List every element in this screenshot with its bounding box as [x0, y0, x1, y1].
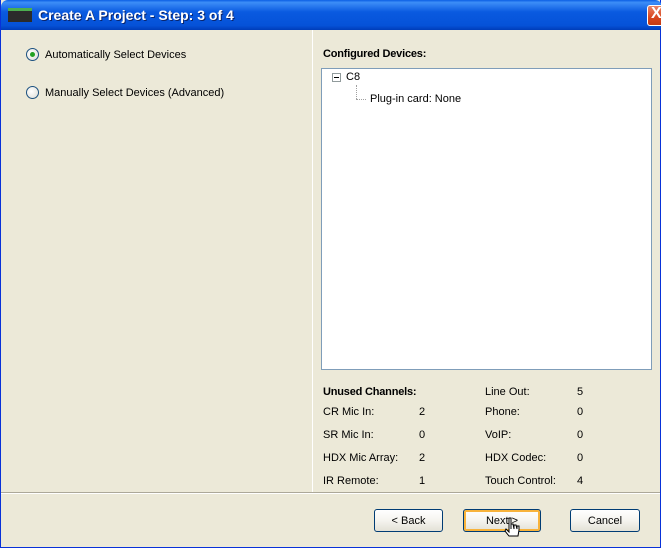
channel-value: 0 — [577, 406, 584, 418]
channel-label: Phone: — [485, 406, 520, 418]
channel-value: 1 — [419, 475, 426, 487]
channel-label: Line Out: — [485, 386, 530, 398]
collapse-icon[interactable] — [332, 72, 341, 82]
channel-label: CR Mic In: — [323, 406, 375, 418]
manual-select-label: Manually Select Devices (Advanced) — [45, 86, 225, 99]
channel-label: Touch Control: — [485, 475, 556, 487]
channel-label: HDX Mic Array: — [323, 452, 399, 464]
unused-channels-title: Unused Channels: — [323, 386, 417, 398]
channel-label: IR Remote: — [323, 475, 379, 487]
channel-value: 0 — [577, 429, 584, 441]
auto-select-label: Automatically Select Devices — [45, 48, 187, 61]
channel-value: 2 — [419, 452, 426, 464]
close-button[interactable]: X — [647, 5, 661, 26]
channel-value: 4 — [577, 475, 584, 487]
close-icon: X — [651, 5, 661, 22]
channel-value: 5 — [577, 386, 584, 398]
channel-label: HDX Codec: — [485, 452, 547, 464]
next-button[interactable]: Next > — [463, 509, 541, 532]
channel-value: 0 — [577, 452, 584, 464]
app-icon — [8, 8, 32, 22]
configured-devices-tree[interactable]: C8 Plug-in card: None — [321, 68, 652, 370]
tree-node-label[interactable]: C8 — [346, 71, 360, 83]
channel-value: 2 — [419, 406, 426, 418]
tree-node-plugin-card[interactable]: Plug-in card: None — [370, 93, 461, 105]
channel-label: VoIP: — [485, 429, 512, 441]
footer-separator — [1, 492, 660, 494]
channel-label: SR Mic In: — [323, 429, 374, 441]
auto-select-option[interactable]: Automatically Select Devices — [26, 48, 186, 61]
tree-connector — [356, 85, 357, 99]
wizard-window: Create A Project - Step: 3 of 4 X Automa… — [0, 0, 661, 548]
tree-node-c8[interactable]: C8 — [332, 71, 360, 83]
title-bar[interactable]: Create A Project - Step: 3 of 4 X — [1, 0, 661, 30]
auto-select-radio[interactable] — [26, 48, 39, 61]
cancel-button[interactable]: Cancel — [570, 509, 640, 532]
back-button[interactable]: < Back — [374, 509, 443, 532]
tree-connector — [356, 99, 366, 100]
mouse-cursor-icon — [504, 517, 520, 537]
vertical-divider — [312, 30, 314, 492]
manual-select-radio[interactable] — [26, 86, 39, 99]
manual-select-option[interactable]: Manually Select Devices (Advanced) — [26, 86, 224, 99]
channel-value: 0 — [419, 429, 426, 441]
window-title: Create A Project - Step: 3 of 4 — [38, 7, 234, 23]
configured-devices-title: Configured Devices: — [323, 48, 427, 60]
